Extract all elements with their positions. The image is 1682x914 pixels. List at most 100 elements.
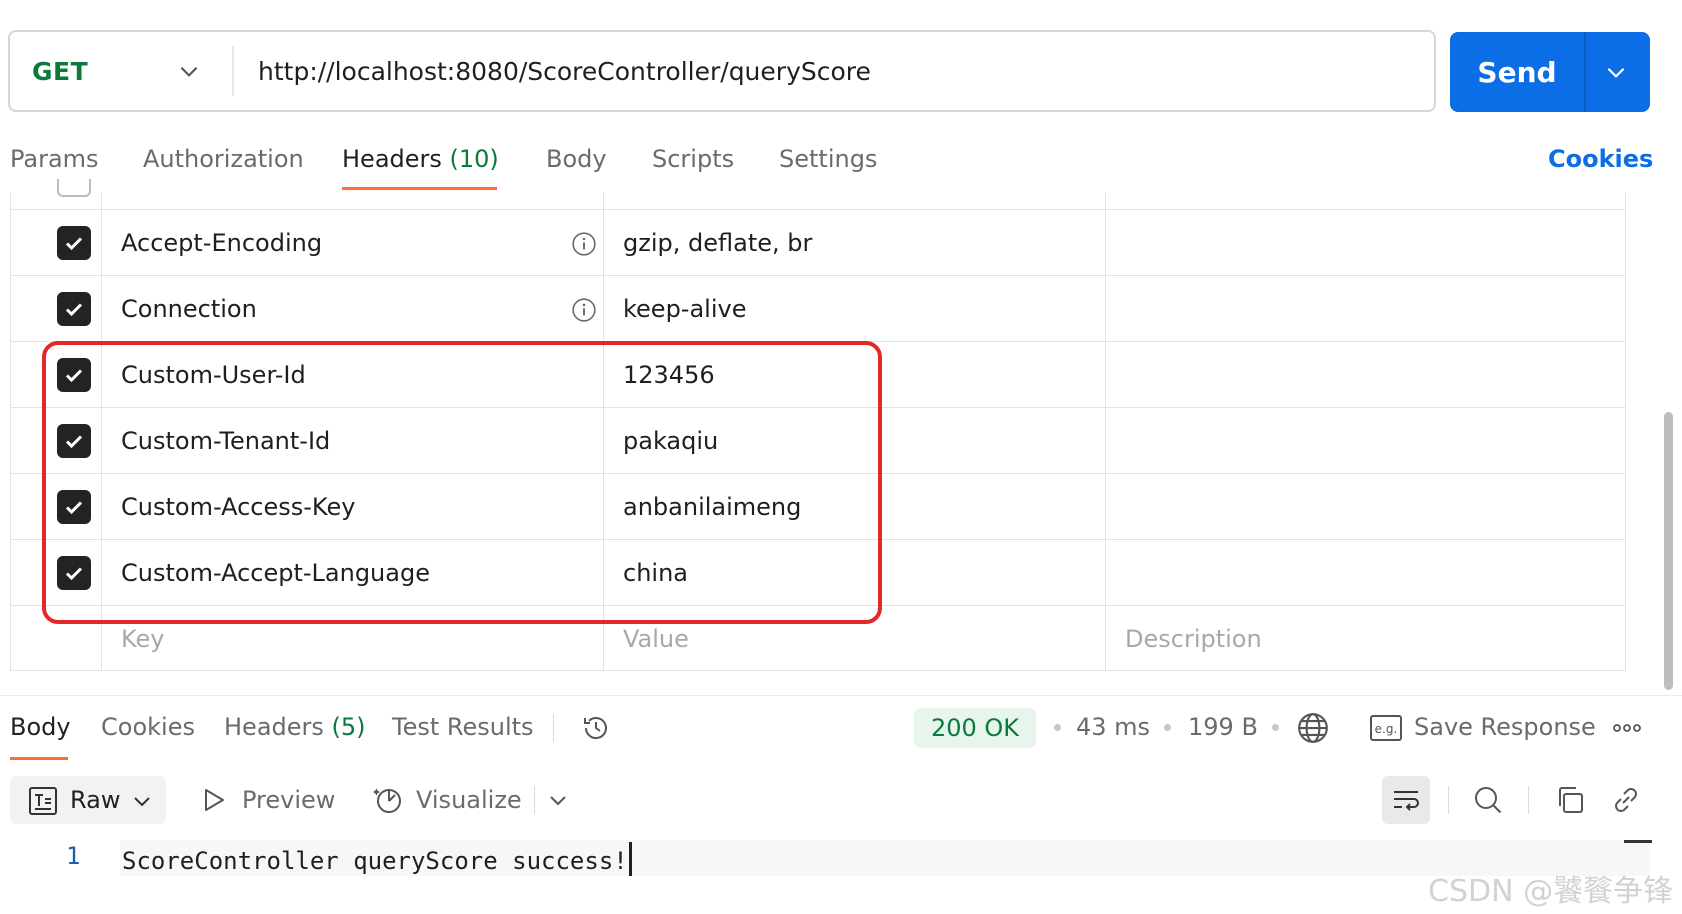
table-row: Accept-Encoding gzip, deflate, br xyxy=(11,209,1625,275)
more-icon[interactable] xyxy=(1612,720,1642,736)
header-value[interactable]: anbanilaimeng xyxy=(623,474,801,540)
response-body-text[interactable]: ScoreController queryScore success! xyxy=(122,842,632,876)
checkbox-checked-icon xyxy=(65,237,83,251)
row-checkbox[interactable] xyxy=(57,424,91,458)
meta-dot xyxy=(1054,724,1061,731)
header-value[interactable]: 123456 xyxy=(623,342,715,408)
response-tab-headers-count: (5) xyxy=(331,713,366,741)
visualize-button[interactable]: Visualize xyxy=(416,786,522,814)
response-tab-cookies[interactable]: Cookies xyxy=(101,713,195,741)
response-time: 43 ms xyxy=(1076,713,1151,741)
header-value[interactable]: pakaqiu xyxy=(623,408,718,474)
partial-checkbox xyxy=(57,179,91,197)
row-checkbox[interactable] xyxy=(57,358,91,392)
chevron-down-icon xyxy=(180,66,198,77)
copy-icon[interactable] xyxy=(1554,784,1586,816)
tab-authorization[interactable]: Authorization xyxy=(143,145,304,173)
method-label: GET xyxy=(32,56,89,86)
response-tab-body[interactable]: Body xyxy=(10,713,71,741)
save-response-button[interactable]: Save Response xyxy=(1414,713,1596,741)
table-row: Custom-Access-Key anbanilaimeng xyxy=(11,473,1625,539)
chevron-down-icon xyxy=(134,797,150,807)
header-key[interactable]: Accept-Encoding xyxy=(121,210,322,276)
active-tab-underline xyxy=(342,187,497,190)
new-description-input[interactable]: Description xyxy=(1125,606,1262,672)
format-selector[interactable]: Raw xyxy=(10,776,166,824)
search-icon[interactable] xyxy=(1472,784,1504,816)
scrollbar[interactable] xyxy=(1664,412,1673,690)
toolbar-divider xyxy=(534,786,535,814)
watermark: CSDN @饕餮争锋 xyxy=(1428,874,1674,909)
checkbox-checked-icon xyxy=(65,369,83,383)
response-size: 199 B xyxy=(1188,713,1258,741)
preview-play-icon[interactable] xyxy=(200,786,228,814)
preview-button[interactable]: Preview xyxy=(242,786,335,814)
eg-badge-text: e.g. xyxy=(1375,722,1398,736)
row-checkbox[interactable] xyxy=(57,292,91,326)
checkbox-checked-icon xyxy=(65,501,83,515)
send-divider xyxy=(1584,32,1586,112)
meta-dot xyxy=(1164,724,1171,731)
tab-headers[interactable]: Headers (10) xyxy=(342,145,499,173)
tab-scripts[interactable]: Scripts xyxy=(652,145,734,173)
checkbox-checked-icon xyxy=(65,303,83,317)
link-icon[interactable] xyxy=(1610,784,1642,816)
row-checkbox[interactable] xyxy=(57,226,91,260)
header-key[interactable]: Connection xyxy=(121,276,257,342)
tab-body[interactable]: Body xyxy=(546,145,607,173)
tab-settings[interactable]: Settings xyxy=(779,145,877,173)
table-row: Custom-User-Id 123456 xyxy=(11,341,1625,407)
url-input[interactable]: http://localhost:8080/ScoreController/qu… xyxy=(258,32,871,110)
header-value[interactable]: china xyxy=(623,540,688,606)
cookies-link[interactable]: Cookies xyxy=(1548,145,1653,173)
chevron-down-icon[interactable] xyxy=(1603,59,1629,85)
info-icon[interactable] xyxy=(571,297,597,323)
status-badge: 200 OK xyxy=(914,708,1036,748)
table-row-new: Key Value Description xyxy=(11,605,1625,671)
tab-headers-count: (10) xyxy=(449,145,499,173)
eg-icon: e.g. xyxy=(1370,715,1402,741)
row-checkbox[interactable] xyxy=(57,556,91,590)
tab-params[interactable]: Params xyxy=(10,145,99,173)
header-key[interactable]: Custom-Tenant-Id xyxy=(121,408,330,474)
header-key[interactable]: Custom-Access-Key xyxy=(121,474,355,540)
checkbox-checked-icon xyxy=(65,567,83,581)
send-button[interactable]: Send xyxy=(1450,32,1584,112)
tab-divider xyxy=(553,714,554,742)
meta-dot xyxy=(1272,724,1279,731)
wrap-lines-button[interactable] xyxy=(1382,776,1430,824)
header-key[interactable]: Custom-Accept-Language xyxy=(121,540,430,606)
headers-table: Accept-Encoding gzip, deflate, br Connec… xyxy=(10,179,1626,671)
info-icon[interactable] xyxy=(571,231,597,257)
table-row: Custom-Accept-Language china xyxy=(11,539,1625,605)
url-bar: GET http://localhost:8080/ScoreControlle… xyxy=(8,30,1436,112)
new-value-input[interactable]: Value xyxy=(623,606,689,672)
checkbox-checked-icon xyxy=(65,435,83,449)
response-tab-headers[interactable]: Headers (5) xyxy=(224,713,366,741)
method-selector[interactable]: GET xyxy=(10,32,230,110)
wrap-lines-icon xyxy=(1394,791,1419,811)
history-icon[interactable] xyxy=(580,712,612,744)
table-row: Custom-Tenant-Id pakaqiu xyxy=(11,407,1625,473)
globe-icon[interactable] xyxy=(1296,711,1330,745)
line-number: 1 xyxy=(66,842,81,870)
response-active-underline xyxy=(10,757,68,760)
toolbar-divider xyxy=(1528,786,1529,814)
send-button-group: Send xyxy=(1450,32,1650,112)
request-tabs: Params Authorization Headers (10) Body S… xyxy=(0,135,1682,193)
row-checkbox[interactable] xyxy=(57,490,91,524)
url-divider xyxy=(232,46,234,96)
response-tab-test-results[interactable]: Test Results xyxy=(392,713,534,741)
new-key-input[interactable]: Key xyxy=(121,606,165,672)
chevron-down-icon[interactable] xyxy=(546,788,570,812)
header-value[interactable]: gzip, deflate, br xyxy=(623,210,812,276)
format-label: Raw xyxy=(70,786,121,814)
response-body-line: ScoreController queryScore success! xyxy=(122,847,628,875)
raw-format-icon xyxy=(29,787,57,815)
header-value[interactable]: keep-alive xyxy=(623,276,746,342)
header-key[interactable]: Custom-User-Id xyxy=(121,342,306,408)
tab-headers-label: Headers xyxy=(342,145,442,173)
text-caret xyxy=(628,842,632,876)
visualize-icon[interactable] xyxy=(372,784,404,816)
editor-scroll-mark xyxy=(1624,840,1652,843)
